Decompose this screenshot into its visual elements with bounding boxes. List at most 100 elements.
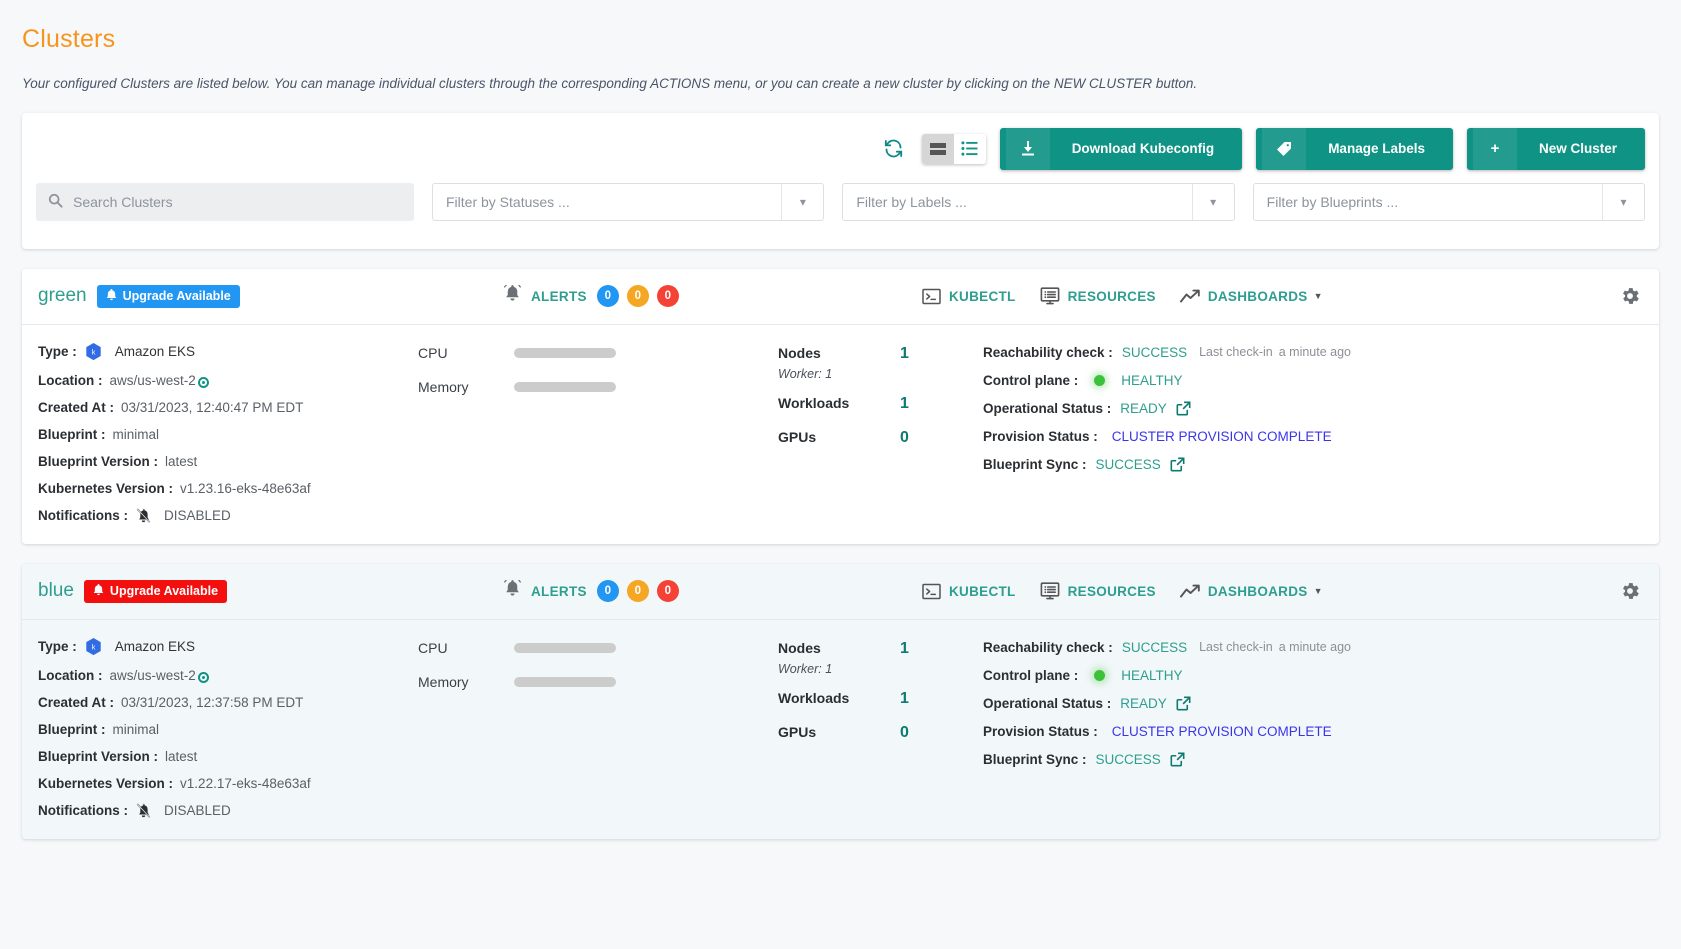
new-cluster-button[interactable]: + New Cluster bbox=[1466, 127, 1645, 170]
terminal-icon bbox=[922, 288, 941, 305]
blueprint-sync-label: Blueprint Sync : bbox=[983, 456, 1087, 472]
filter-by-labels-select[interactable]: Filter by Labels ... ▾ bbox=[842, 182, 1235, 221]
gpus-count-row: GPUs 0 bbox=[778, 429, 983, 447]
workloads-value[interactable]: 1 bbox=[900, 690, 909, 708]
detail-blueprint-label: Blueprint : bbox=[38, 426, 106, 442]
kubectl-button[interactable]: KUBECTL bbox=[922, 583, 1016, 600]
blueprint-sync-row: Blueprint Sync : SUCCESS bbox=[983, 457, 1643, 472]
detail-blueprint-version-label: Blueprint Version : bbox=[38, 453, 159, 469]
upgrade-available-badge[interactable]: Upgrade Available bbox=[96, 284, 240, 308]
external-link-icon[interactable] bbox=[1170, 457, 1185, 472]
page-title: Clusters bbox=[22, 24, 116, 53]
resources-button[interactable]: RESOURCES bbox=[1040, 582, 1156, 600]
upgrade-available-badge[interactable]: Upgrade Available bbox=[83, 579, 228, 603]
bell-off-icon bbox=[136, 803, 151, 819]
detail-blueprint: Blueprint : minimal bbox=[38, 722, 418, 737]
external-link-icon[interactable] bbox=[1176, 401, 1191, 416]
chevron-down-icon[interactable]: ▾ bbox=[1601, 183, 1644, 220]
dashboards-label: DASHBOARDS bbox=[1207, 583, 1308, 599]
provision-status-value[interactable]: CLUSTER PROVISION COMPLETE bbox=[1112, 429, 1332, 444]
download-kubeconfig-label: Download Kubeconfig bbox=[1071, 141, 1215, 157]
resources-button[interactable]: RESOURCES bbox=[1040, 287, 1156, 305]
workloads-count-row: Workloads 1 bbox=[778, 395, 983, 413]
kubectl-button[interactable]: KUBECTL bbox=[922, 288, 1016, 305]
page-description: Your configured Clusters are listed belo… bbox=[22, 75, 1198, 91]
reachability-row: Reachability check : SUCCESS Last check-… bbox=[983, 640, 1643, 655]
nodes-value[interactable]: 1 bbox=[900, 345, 909, 363]
list-view-icon[interactable] bbox=[953, 133, 986, 164]
detail-location: Location : aws/us-west-2 bbox=[38, 373, 418, 388]
view-toggle[interactable] bbox=[921, 133, 986, 164]
external-link-icon[interactable] bbox=[1176, 696, 1191, 711]
detail-blueprint-value: minimal bbox=[112, 426, 160, 442]
external-link-icon[interactable] bbox=[1170, 752, 1185, 767]
cluster-details-column: Type : k Amazon EKS Location : aws/us-we… bbox=[38, 637, 418, 819]
last-checkin-value: a minute ago bbox=[1278, 640, 1352, 655]
workloads-value[interactable]: 1 bbox=[900, 395, 909, 413]
dashboards-menu[interactable]: DASHBOARDS ▼ bbox=[1179, 289, 1323, 304]
memory-label: Memory bbox=[418, 673, 469, 690]
operational-status-label: Operational Status : bbox=[983, 400, 1112, 416]
filters-row: Search Clusters Filter by Statuses ... ▾… bbox=[36, 182, 1645, 221]
detail-type-label: Type : bbox=[38, 344, 77, 360]
cluster-settings-gear-icon[interactable] bbox=[1619, 285, 1641, 307]
provision-status-value[interactable]: CLUSTER PROVISION COMPLETE bbox=[1112, 724, 1332, 739]
detail-created-at-value: 03/31/2023, 12:37:58 PM EDT bbox=[121, 694, 304, 710]
kubectl-label: KUBECTL bbox=[949, 583, 1016, 599]
cpu-meter: CPU bbox=[418, 640, 778, 656]
chevron-down-icon[interactable]: ▼ bbox=[1314, 291, 1323, 301]
detail-notifications: Notifications : DISABLED bbox=[38, 803, 418, 819]
detail-blueprint-version-value: latest bbox=[165, 748, 198, 764]
gpus-value[interactable]: 0 bbox=[900, 429, 909, 447]
location-marker-icon bbox=[197, 376, 209, 388]
chevron-down-icon[interactable]: ▼ bbox=[1314, 586, 1323, 596]
reachability-row: Reachability check : SUCCESS Last check-… bbox=[983, 345, 1643, 360]
kubernetes-icon: k bbox=[85, 342, 102, 361]
cluster-settings-gear-icon[interactable] bbox=[1619, 580, 1641, 602]
nodes-value[interactable]: 1 bbox=[900, 640, 909, 658]
chevron-down-icon[interactable]: ▾ bbox=[781, 183, 823, 220]
blueprint-sync-label: Blueprint Sync : bbox=[983, 751, 1087, 767]
trending-up-icon bbox=[1179, 584, 1200, 599]
cluster-card-header: green Upgrade Available ALERTS 0 0 0 KUB… bbox=[22, 269, 1659, 325]
memory-meter: Memory bbox=[418, 379, 778, 395]
cluster-name[interactable]: green bbox=[38, 285, 87, 307]
gpus-value[interactable]: 0 bbox=[900, 724, 909, 742]
toolbar-card: Download Kubeconfig Manage Labels + New … bbox=[22, 112, 1659, 249]
alert-count-warning[interactable]: 0 bbox=[626, 580, 649, 603]
cluster-status-column: Reachability check : SUCCESS Last check-… bbox=[983, 343, 1643, 524]
detail-notifications: Notifications : DISABLED bbox=[38, 508, 418, 524]
blueprint-sync-value: SUCCESS bbox=[1095, 751, 1161, 767]
workloads-label: Workloads bbox=[778, 689, 850, 706]
svg-text:k: k bbox=[91, 642, 95, 651]
alert-count-warning[interactable]: 0 bbox=[626, 285, 649, 308]
upgrade-available-label: Upgrade Available bbox=[109, 584, 219, 599]
cpu-meter: CPU bbox=[418, 345, 778, 361]
refresh-icon[interactable] bbox=[883, 138, 904, 159]
search-clusters-field[interactable]: Search Clusters bbox=[36, 182, 414, 221]
nodes-count-row: Nodes 1 bbox=[778, 345, 983, 363]
card-view-icon[interactable] bbox=[921, 133, 954, 164]
alert-count-info[interactable]: 0 bbox=[596, 285, 619, 308]
memory-meter-track bbox=[514, 676, 616, 687]
chevron-down-icon[interactable]: ▾ bbox=[1191, 183, 1234, 220]
operational-status-row: Operational Status : READY bbox=[983, 696, 1643, 711]
resources-label: RESOURCES bbox=[1067, 288, 1156, 304]
memory-meter-track bbox=[514, 381, 616, 392]
alert-count-critical[interactable]: 0 bbox=[656, 285, 679, 308]
cpu-meter-track bbox=[514, 347, 616, 358]
cluster-counts-column: Nodes 1 Worker: 1 Workloads 1 GPUs 0 bbox=[778, 638, 983, 819]
bell-icon bbox=[93, 583, 104, 599]
alert-count-info[interactable]: 0 bbox=[596, 580, 619, 603]
cluster-name[interactable]: blue bbox=[38, 580, 74, 602]
last-checkin-label: Last check-in bbox=[1199, 640, 1273, 655]
filter-by-statuses-select[interactable]: Filter by Statuses ... ▾ bbox=[432, 182, 825, 221]
cluster-card-header: blue Upgrade Available ALERTS 0 0 0 KUBE… bbox=[22, 564, 1659, 620]
gpus-label: GPUs bbox=[778, 428, 817, 445]
filter-by-blueprints-select[interactable]: Filter by Blueprints ... ▾ bbox=[1252, 182, 1645, 221]
search-icon bbox=[48, 193, 63, 211]
alert-count-critical[interactable]: 0 bbox=[656, 580, 679, 603]
manage-labels-button[interactable]: Manage Labels bbox=[1256, 127, 1453, 170]
download-kubeconfig-button[interactable]: Download Kubeconfig bbox=[999, 127, 1243, 170]
dashboards-menu[interactable]: DASHBOARDS ▼ bbox=[1179, 583, 1323, 599]
